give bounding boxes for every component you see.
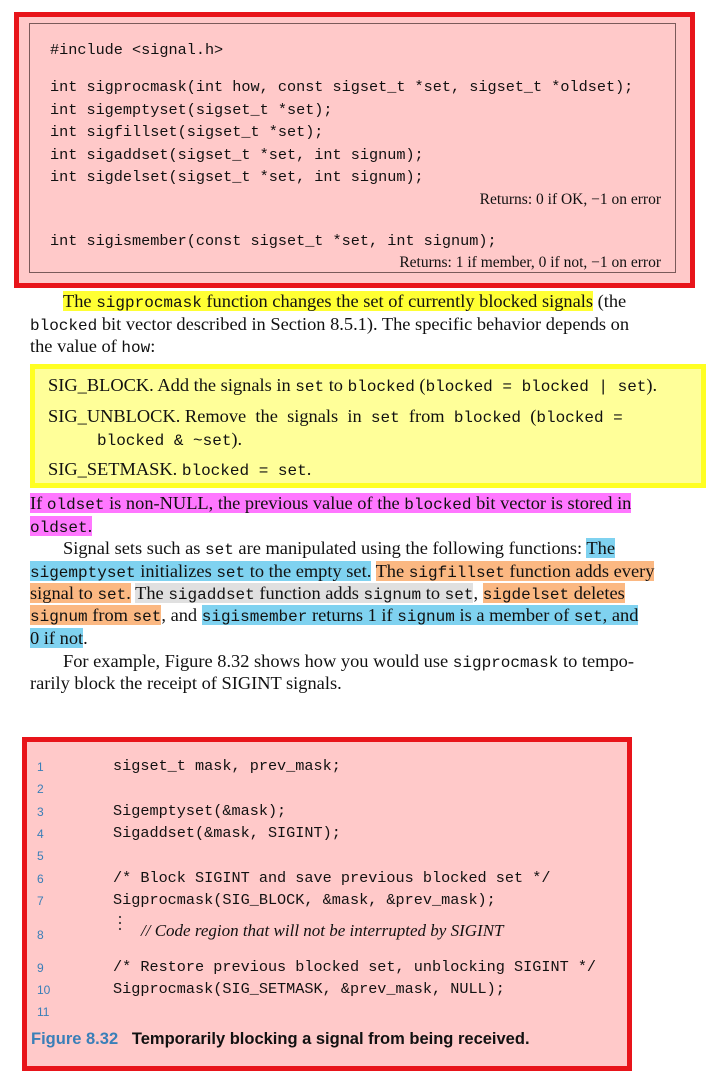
para3-line2: sigemptyset initializes set to the empty… xyxy=(30,560,655,584)
ellipsis-dots: · · · xyxy=(117,907,123,939)
line-number: 11 xyxy=(37,1005,50,1019)
proto-sigprocmask: int sigprocmask(int how, const sigset_t … xyxy=(50,78,634,96)
returns-note-2: Returns: 1 if member, 0 if not, −1 on er… xyxy=(399,254,661,271)
para3-line5: 0 if not. xyxy=(30,628,88,648)
proto-sigaddset: int sigaddset(sigset_t *set, int signum)… xyxy=(50,146,424,164)
para2-line2: oldset. xyxy=(30,516,93,537)
figure-caption-text: Temporarily blocking a signal from being… xyxy=(131,1030,530,1048)
para4-line1: For example, Figure 8.32 shows how you w… xyxy=(63,651,634,672)
proto-sigdelset: int sigdelset(sigset_t *set, int signum)… xyxy=(50,168,424,186)
line-number: 3 xyxy=(37,805,44,819)
highlight-magenta: If oldset is non-NULL, the previous valu… xyxy=(30,493,632,514)
code-region-comment: // Code region that will not be interrup… xyxy=(141,921,504,940)
para3-line4: signum from set, and sigismember returns… xyxy=(30,605,639,626)
option-sig-setmask: SIG_SETMASK. blocked = set. xyxy=(48,459,312,480)
function-prototypes-box: #include <signal.h> int sigprocmask(int … xyxy=(14,12,695,288)
para1-line2: blocked bit vector described in Section … xyxy=(30,314,630,335)
option-sig-unblock-cont: blocked & ~set). xyxy=(97,429,243,450)
figure-caption: Figure 8.32 Temporarily blocking a signa… xyxy=(31,1030,530,1049)
code-line: sigset_t mask, prev_mask; xyxy=(113,757,341,775)
line-number: 4 xyxy=(37,827,44,841)
how-options-box: SIG_BLOCK. Add the signals in set to blo… xyxy=(30,364,706,488)
highlight-blue: sigemptyset initializes set to the empty… xyxy=(30,561,372,582)
option-sig-unblock: SIG_UNBLOCK. Remove the signals in set f… xyxy=(48,406,623,427)
line-number: 6 xyxy=(37,872,44,886)
include-line: #include <signal.h> xyxy=(50,41,224,59)
proto-sigemptyset: int sigemptyset(sigset_t *set); xyxy=(50,101,333,119)
line-number: 1 xyxy=(37,760,44,774)
highlight-yellow: The sigprocmask function changes the set… xyxy=(63,291,594,312)
proto-sigfillset: int sigfillset(sigset_t *set); xyxy=(50,123,324,141)
code-line: Sigaddset(&mask, SIGINT); xyxy=(113,824,341,842)
para3-line3: signal to set. The sigaddset function ad… xyxy=(30,583,625,604)
code-line: Sigprocmask(SIG_BLOCK, &mask, &prev_mask… xyxy=(113,891,496,909)
returns-note-1: Returns: 0 if OK, −1 on error xyxy=(479,191,661,208)
code-line: Sigemptyset(&mask); xyxy=(113,802,287,820)
figure-8-32-box: 1 sigset_t mask, prev_mask; 2 3 Sigempty… xyxy=(22,737,632,1071)
line-number: 10 xyxy=(37,983,51,997)
para3-line1: Signal sets such as set are manipulated … xyxy=(63,538,616,559)
option-sig-block: SIG_BLOCK. Add the signals in set to blo… xyxy=(48,375,658,396)
line-number: 7 xyxy=(37,894,44,908)
line-number: 9 xyxy=(37,961,44,975)
highlight-gray: The sigaddset function adds signum to se… xyxy=(135,583,474,604)
line-number: 5 xyxy=(37,849,44,863)
line-number: 2 xyxy=(37,782,44,796)
para2-line1: If oldset is non-NULL, the previous valu… xyxy=(30,492,632,516)
proto-sigismember: int sigismember(const sigset_t *set, int… xyxy=(50,232,497,250)
code-line: Sigprocmask(SIG_SETMASK, &prev_mask, NUL… xyxy=(113,980,505,998)
para4-line2: rarily block the receipt of SIGINT signa… xyxy=(30,673,342,693)
figure-number: Figure 8.32 xyxy=(31,1030,119,1048)
line-number: 8 xyxy=(37,928,44,942)
code-line: /* Block SIGINT and save previous blocke… xyxy=(113,869,551,887)
code-line: /* Restore previous blocked set, unblock… xyxy=(113,958,597,976)
prototypes-frame: #include <signal.h> int sigprocmask(int … xyxy=(29,23,676,273)
para1-line3: the value of how: xyxy=(30,336,156,357)
highlight-orange: The sigfillset function adds every xyxy=(375,561,655,582)
para1-line1: The sigprocmask function changes the set… xyxy=(63,291,627,312)
